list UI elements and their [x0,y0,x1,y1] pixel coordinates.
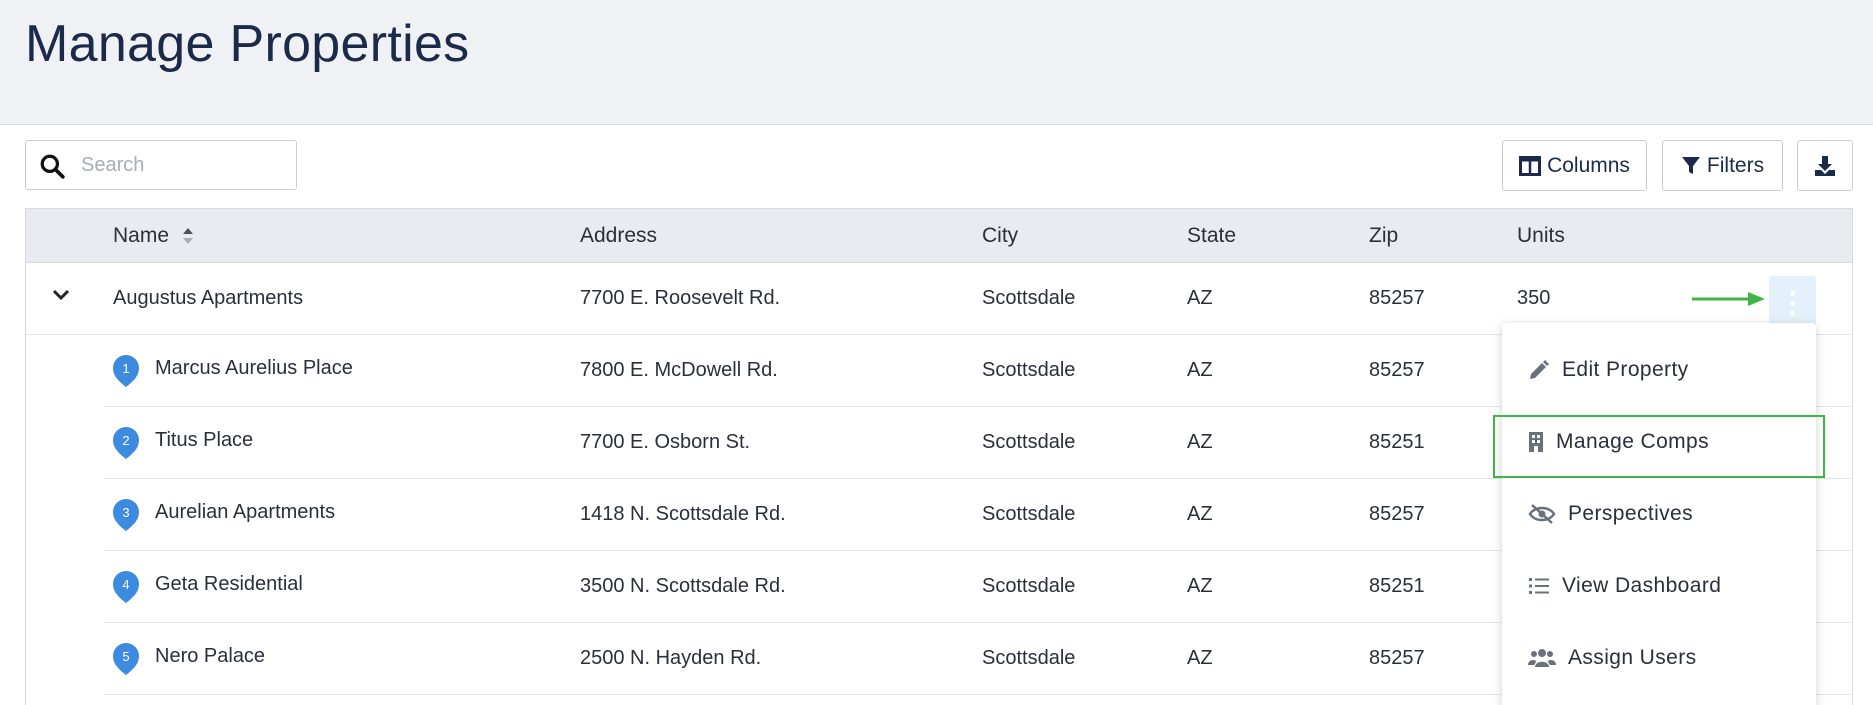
header-units: Units [1517,224,1565,247]
property-city: Scottsdale [982,431,1076,453]
property-address: 7700 E. Osborn St. [580,431,751,453]
menu-item-label: Edit Property [1562,358,1689,381]
kebab-dot [1790,291,1795,296]
search-box[interactable] [25,140,297,190]
property-state: AZ [1187,575,1213,597]
columns-icon [1519,155,1542,176]
property-zip: 85257 [1369,359,1425,381]
sort-icon[interactable] [182,226,194,246]
header-state: State [1187,224,1237,247]
property-zip: 85251 [1369,575,1425,597]
columns-label: Columns [1547,153,1630,177]
download-icon [1815,155,1835,176]
property-city: Scottsdale [982,647,1076,669]
row-actions-menu: Edit Property Manage Comps Perspectives … [1502,323,1816,705]
property-name: Aurelian Apartments [155,501,336,523]
columns-button[interactable]: Columns [1502,140,1647,191]
page-header: Manage Properties [0,0,1873,125]
filter-icon [1681,156,1700,174]
menu-item-perspectives[interactable]: Perspectives [1502,478,1816,550]
property-zip: 85257 [1369,647,1425,669]
header-city: City [982,224,1019,247]
svg-text:1: 1 [122,361,129,376]
annotation-arrow-icon [1692,292,1765,306]
svg-text:5: 5 [122,649,129,664]
eye-slash-icon [1528,504,1556,524]
map-marker-icon: 5 [113,643,139,675]
menu-item-label: Assign Users [1568,646,1697,669]
page-title: Manage Properties [25,15,470,73]
menu-item-view-dashboard[interactable]: View Dashboard [1502,550,1816,622]
kebab-dot [1790,311,1795,316]
map-marker-icon: 3 [113,499,139,531]
property-name: Titus Place [155,429,254,451]
header-name[interactable]: Name [113,224,169,248]
header-zip: Zip [1369,224,1399,247]
users-icon [1528,649,1556,667]
property-zip: 85251 [1369,431,1425,453]
property-state: AZ [1187,503,1213,525]
property-state: AZ [1187,287,1213,309]
list-icon [1529,578,1549,594]
svg-text:2: 2 [122,433,129,448]
kebab-dot [1790,301,1795,306]
map-marker-icon: 1 [113,355,139,387]
property-city: Scottsdale [982,359,1076,381]
property-address: 3500 N. Scottsdale Rd. [580,575,786,597]
search-input[interactable] [81,149,286,181]
svg-text:4: 4 [122,577,129,592]
filters-button[interactable]: Filters [1662,140,1783,191]
property-name: Nero Palace [155,645,266,667]
menu-item-label: View Dashboard [1562,574,1722,597]
property-state: AZ [1187,359,1213,381]
property-address: 7800 E. McDowell Rd. [580,359,778,381]
menu-item-assign-users[interactable]: Assign Users [1502,622,1816,694]
property-zip: 85257 [1369,503,1425,525]
chevron-down-icon[interactable] [52,289,70,301]
property-state: AZ [1187,431,1213,453]
property-name: Geta Residential [155,573,303,595]
annotation-highlight-box [1493,415,1825,478]
download-button[interactable] [1797,140,1853,191]
table-header: Name Address City State Zip Units [26,209,1852,263]
property-address: 1418 N. Scottsdale Rd. [580,503,786,525]
header-address: Address [580,224,658,247]
property-name: Marcus Aurelius Place [155,357,353,379]
property-city: Scottsdale [982,503,1076,525]
property-city: Scottsdale [982,287,1076,309]
map-marker-icon: 2 [113,427,139,459]
filters-label: Filters [1706,153,1765,177]
property-address: 7700 E. Roosevelt Rd. [580,287,781,309]
property-city: Scottsdale [982,575,1076,597]
property-zip: 85257 [1369,287,1425,309]
property-state: AZ [1187,647,1213,669]
svg-text:3: 3 [122,505,129,520]
property-address: 2500 N. Hayden Rd. [580,647,762,669]
property-name: Augustus Apartments [113,287,304,309]
pencil-icon [1530,360,1549,379]
map-marker-icon: 4 [113,571,139,603]
property-units: 350 [1517,287,1551,309]
menu-item-edit-property[interactable]: Edit Property [1502,334,1816,406]
search-icon [40,154,65,179]
menu-item-label: Perspectives [1568,502,1694,525]
